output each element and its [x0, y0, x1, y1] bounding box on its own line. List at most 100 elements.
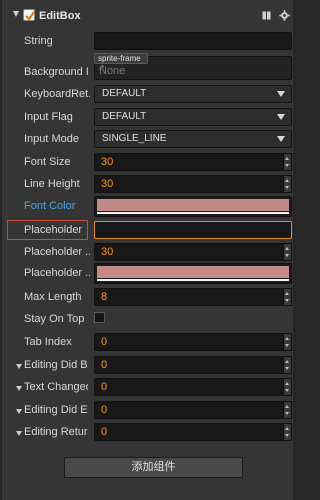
row-max-length: Max Length 8 [2, 287, 295, 309]
stepper-down-icon[interactable] [285, 389, 289, 392]
line-height-stepper[interactable] [284, 175, 292, 193]
string-input[interactable] [94, 32, 292, 50]
expand-caret-icon[interactable] [16, 409, 22, 414]
font-color-alpha-bar [97, 212, 289, 214]
input-mode-label: Input Mode [24, 133, 80, 145]
row-event-editing-did-begin: Editing Did B... 0 [2, 355, 295, 377]
event-count-input[interactable]: 0 [94, 356, 284, 374]
background-image-label: Background I... [24, 66, 90, 78]
event-count-input[interactable]: 0 [94, 401, 284, 419]
input-flag-select[interactable]: DEFAULT [94, 108, 292, 126]
stepper-down-icon[interactable] [285, 254, 289, 257]
dropdown-arrow-icon [277, 114, 285, 120]
event-label: Text Changed [24, 381, 88, 393]
row-line-height: Line Height 30 [2, 174, 295, 196]
placeholder-font-color-picker[interactable] [94, 263, 292, 284]
font-color-picker[interactable] [94, 196, 292, 217]
sprite-frame-tag-text: sprite-frame [98, 54, 141, 63]
row-stay-on-top: Stay On Top [2, 309, 295, 331]
event-count-stepper[interactable] [284, 423, 292, 441]
sprite-frame-tag[interactable]: sprite-frame ↗ [94, 53, 148, 72]
line-height-input[interactable]: 30 [94, 175, 284, 193]
background-image-value: None [99, 65, 126, 77]
keyboard-return-label: KeyboardRet... [24, 88, 90, 100]
dropdown-arrow-icon [277, 91, 285, 97]
event-count-input[interactable]: 0 [94, 378, 284, 396]
row-input-mode: Input Mode SINGLE_LINE [2, 129, 295, 151]
settings-gear-icon[interactable] [279, 10, 290, 21]
stepper-down-icon[interactable] [285, 299, 289, 302]
placeholder-font-size-label: Placeholder ... [24, 246, 90, 258]
stepper-down-icon[interactable] [285, 344, 289, 347]
stepper-down-icon[interactable] [285, 412, 289, 415]
stepper-up-icon[interactable] [285, 405, 289, 408]
event-count-stepper[interactable] [284, 356, 292, 374]
component-header[interactable]: EditBox [2, 6, 295, 28]
enable-checkbox[interactable] [23, 9, 35, 21]
placeholder-input[interactable] [94, 221, 292, 239]
stepper-up-icon[interactable] [285, 382, 289, 385]
placeholder-font-size-stepper[interactable] [284, 243, 292, 261]
line-height-label: Line Height [24, 178, 80, 190]
font-size-label: Font Size [24, 156, 71, 168]
row-font-color: Font Color [2, 196, 295, 218]
string-label: String [24, 35, 53, 47]
placeholder-font-color-label: Placeholder ... [24, 267, 90, 279]
font-color-swatch [97, 199, 289, 211]
row-string: String [2, 31, 295, 53]
event-count-stepper[interactable] [284, 401, 292, 419]
panel-scrollbar[interactable] [293, 0, 296, 500]
stepper-up-icon[interactable] [285, 157, 289, 160]
event-count-input[interactable]: 0 [94, 423, 284, 441]
font-size-stepper[interactable] [284, 153, 292, 171]
stepper-up-icon[interactable] [285, 360, 289, 363]
stepper-down-icon[interactable] [285, 164, 289, 167]
row-event-text-changed: Text Changed 0 [2, 377, 295, 399]
row-tab-index: Tab Index 0 [2, 332, 295, 354]
row-keyboard-return: KeyboardRet... DEFAULT [2, 84, 295, 106]
placeholder-font-color-swatch [97, 266, 289, 278]
collapse-caret-icon[interactable] [13, 11, 19, 17]
stepper-down-icon[interactable] [285, 434, 289, 437]
row-placeholder: Placeholder [2, 220, 295, 242]
max-length-stepper[interactable] [284, 288, 292, 306]
keyboard-return-value: DEFAULT [102, 88, 147, 99]
stepper-up-icon[interactable] [285, 337, 289, 340]
row-event-editing-did-end: Editing Did E... 0 [2, 400, 295, 422]
font-color-label: Font Color [24, 200, 76, 212]
tab-index-stepper[interactable] [284, 333, 292, 351]
help-book-icon[interactable] [262, 11, 271, 20]
row-event-editing-return: Editing Return 0 [2, 422, 295, 444]
tab-index-label: Tab Index [24, 336, 72, 348]
stepper-up-icon[interactable] [285, 427, 289, 430]
stepper-up-icon[interactable] [285, 247, 289, 250]
placeholder-label: Placeholder [7, 220, 88, 240]
expand-caret-icon[interactable] [16, 386, 22, 391]
event-label: Editing Did B... [24, 359, 88, 371]
keyboard-return-select[interactable]: DEFAULT [94, 85, 292, 103]
input-mode-select[interactable]: SINGLE_LINE [94, 130, 292, 148]
font-size-input[interactable]: 30 [94, 153, 284, 171]
max-length-label: Max Length [24, 291, 82, 303]
tab-index-input[interactable]: 0 [94, 333, 284, 351]
event-count-stepper[interactable] [284, 378, 292, 396]
stay-on-top-checkbox[interactable] [94, 312, 105, 323]
stepper-down-icon[interactable] [285, 367, 289, 370]
input-mode-value: SINGLE_LINE [102, 133, 167, 144]
placeholder-font-size-input[interactable]: 30 [94, 243, 284, 261]
component-title: EditBox [39, 10, 81, 22]
input-flag-label: Input Flag [24, 111, 73, 123]
input-flag-value: DEFAULT [102, 111, 147, 122]
stepper-up-icon[interactable] [285, 292, 289, 295]
dropdown-arrow-icon [277, 136, 285, 142]
max-length-input[interactable]: 8 [94, 288, 284, 306]
stay-on-top-label: Stay On Top [24, 313, 85, 325]
expand-caret-icon[interactable] [16, 431, 22, 436]
add-component-button[interactable]: 添加组件 [64, 457, 243, 478]
properties-panel: EditBox String Background I... sprite-fr… [1, 0, 294, 500]
row-placeholder-font-size: Placeholder ... 30 [2, 242, 295, 264]
stepper-down-icon[interactable] [285, 186, 289, 189]
expand-caret-icon[interactable] [16, 364, 22, 369]
row-placeholder-font-color: Placeholder ... [2, 263, 295, 285]
stepper-up-icon[interactable] [285, 179, 289, 182]
